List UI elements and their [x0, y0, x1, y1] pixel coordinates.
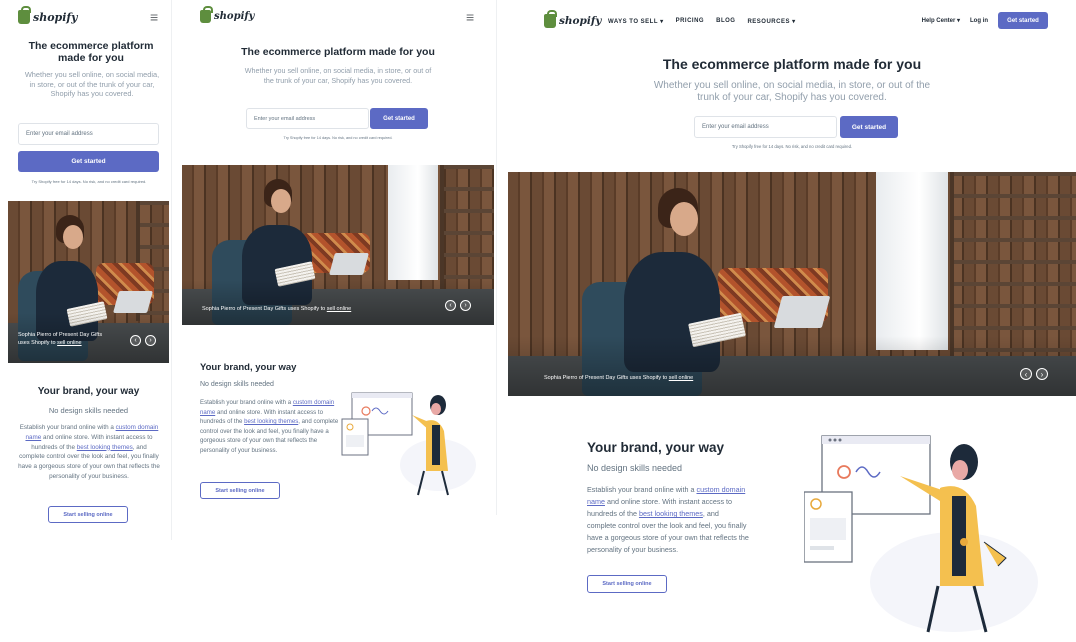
nav-blog[interactable]: BLOG [716, 18, 735, 25]
chevron-left-icon[interactable]: ‹ [130, 335, 141, 346]
hero-photo: Sophia Pierro of Present Day Gifts uses … [508, 172, 1076, 396]
hero-subtitle: Whether you sell online, on social media… [653, 80, 931, 103]
photo-caption: Sophia Pierro of Present Day Gifts uses … [544, 375, 694, 381]
hamburger-icon[interactable]: ≡ [150, 9, 158, 25]
hero-title: The ecommerce platform made for you [662, 56, 922, 72]
sell-online-link[interactable]: sell online [327, 306, 351, 312]
hero-photo: Sophia Pierro of Present Day Gifts uses … [182, 165, 494, 325]
log-in-link[interactable]: Log in [970, 18, 988, 24]
trial-fine-print: Try Shopify free for 14 days. No risk, a… [31, 179, 147, 184]
email-input[interactable]: Enter your email address [18, 123, 159, 145]
feature-title: Your brand, your way [587, 440, 725, 455]
brand-illustration [341, 392, 476, 496]
chevron-left-icon[interactable]: ‹ [445, 300, 456, 311]
best-themes-link[interactable]: best looking themes [77, 444, 133, 451]
desktop-view: shopify WAYS TO SELL ▾ PRICING BLOG RESO… [508, 0, 1076, 642]
hero-title: The ecommerce platform made for you [28, 40, 154, 64]
get-started-button[interactable]: Get started [370, 108, 428, 129]
chevron-right-icon[interactable]: › [145, 335, 156, 346]
sell-online-link[interactable]: sell online [669, 375, 693, 381]
hero-photo: Sophia Pierro of Present Day Gifts uses … [8, 201, 169, 363]
shopify-logo[interactable]: shopify [544, 10, 602, 28]
chevron-right-icon[interactable]: › [460, 300, 471, 311]
header-get-started-button[interactable]: Get started [998, 12, 1048, 29]
chevron-right-icon[interactable]: › [1036, 368, 1048, 380]
photo-caption: Sophia Pierro of Present Day Gifts uses … [18, 332, 103, 346]
carousel-controls: ‹ › [445, 300, 471, 311]
help-center-link[interactable]: Help Center ▾ [922, 17, 960, 24]
get-started-button[interactable]: Get started [840, 116, 898, 138]
hero-subtitle: Whether you sell online, on social media… [244, 66, 432, 85]
feature-title: Your brand, your way [37, 386, 140, 397]
shopping-bag-icon [544, 10, 557, 28]
mobile-view: shopify ≡ The ecommerce platform made fo… [6, 0, 172, 540]
hamburger-icon[interactable]: ≡ [466, 9, 474, 25]
chevron-left-icon[interactable]: ‹ [1020, 368, 1032, 380]
tablet-header: shopify ≡ [178, 0, 496, 36]
feature-body: Establish your brand online with a custo… [587, 485, 749, 554]
nav-resources[interactable]: RESOURCES ▾ [747, 18, 795, 25]
hero-subtitle: Whether you sell online, on social media… [24, 70, 160, 98]
shopify-logo[interactable]: shopify [18, 6, 78, 24]
carousel-controls: ‹ › [1020, 368, 1048, 380]
header-actions: Help Center ▾ Log in Get started [922, 12, 1048, 29]
desktop-header: shopify WAYS TO SELL ▾ PRICING BLOG RESO… [508, 0, 1076, 42]
start-selling-button[interactable]: Start selling online [587, 575, 667, 593]
email-input[interactable]: Enter your email address [694, 116, 837, 138]
photo-caption: Sophia Pierro of Present Day Gifts uses … [202, 306, 352, 312]
feature-subtitle: No design skills needed [587, 463, 683, 473]
feature-body: Establish your brand online with a custo… [200, 399, 339, 454]
brand-illustration [804, 435, 1038, 633]
best-themes-link[interactable]: best looking themes [639, 509, 703, 518]
nav-ways-to-sell[interactable]: WAYS TO SELL ▾ [608, 18, 664, 25]
hero-title: The ecommerce platform made for you [241, 46, 435, 58]
mobile-header: shopify ≡ [6, 0, 171, 36]
tablet-view: shopify ≡ The ecommerce platform made fo… [178, 0, 497, 515]
best-themes-link[interactable]: best looking themes [244, 418, 298, 425]
trial-fine-print: Try Shopify free for 14 days. No risk, a… [731, 144, 853, 149]
shopify-logo[interactable]: shopify [200, 6, 254, 23]
feature-title: Your brand, your way [200, 362, 297, 373]
email-input[interactable]: Enter your email address [246, 108, 369, 129]
shopping-bag-icon [200, 6, 213, 23]
feature-subtitle: No design skills needed [200, 381, 274, 388]
main-nav: WAYS TO SELL ▾ PRICING BLOG RESOURCES ▾ [608, 18, 796, 25]
trial-fine-print: Try Shopify free for 14 days. No risk, a… [283, 136, 393, 140]
chevron-down-icon: ▾ [660, 19, 664, 25]
shopping-bag-icon [18, 6, 31, 24]
start-selling-button[interactable]: Start selling online [200, 482, 280, 499]
nav-pricing[interactable]: PRICING [676, 18, 705, 25]
feature-subtitle: No design skills needed [48, 406, 129, 415]
carousel-controls: ‹ › [130, 335, 156, 346]
get-started-button[interactable]: Get started [18, 151, 159, 172]
chevron-down-icon: ▾ [956, 18, 960, 24]
chevron-down-icon: ▾ [792, 19, 796, 25]
feature-body: Establish your brand online with a custo… [18, 424, 160, 480]
start-selling-button[interactable]: Start selling online [48, 506, 128, 523]
sell-online-link[interactable]: sell online [57, 340, 81, 346]
